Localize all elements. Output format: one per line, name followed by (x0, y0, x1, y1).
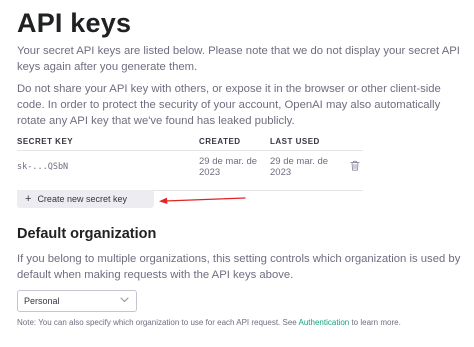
trash-icon[interactable] (350, 160, 360, 171)
plus-icon: + (25, 192, 32, 205)
created-date: 29 de mar. de 2023 (199, 156, 258, 178)
column-header-created: CREATED (199, 137, 241, 146)
note-suffix: to learn more. (349, 318, 401, 327)
create-new-secret-key-button[interactable]: + Create new secret key (17, 190, 154, 208)
organization-select[interactable]: Personal (17, 290, 137, 312)
annotation-arrow (159, 197, 246, 204)
page-title: API keys (17, 8, 132, 38)
create-button-label: Create new secret key (37, 194, 127, 204)
table-header-divider (17, 150, 363, 151)
intro-paragraph-1: Your secret API keys are listed below. P… (17, 45, 460, 73)
column-header-last-used: LAST USED (270, 137, 320, 146)
default-organization-heading: Default organization (17, 226, 157, 242)
organization-select-value: Personal (24, 296, 60, 306)
organization-note: Note: You can also specify which organiz… (17, 318, 401, 327)
last-used-date: 29 de mar. de 2023 (270, 156, 329, 178)
secret-key-value: sk-...QSbN (17, 162, 69, 172)
note-prefix: Note: You can also specify which organiz… (17, 318, 299, 327)
authentication-link[interactable]: Authentication (299, 318, 350, 327)
chevron-down-icon (120, 297, 129, 302)
default-organization-description: If you belong to multiple organizations,… (17, 253, 461, 281)
column-header-secret-key: SECRET KEY (17, 137, 74, 146)
intro-paragraph-2: Do not share your API key with others, o… (17, 83, 441, 127)
